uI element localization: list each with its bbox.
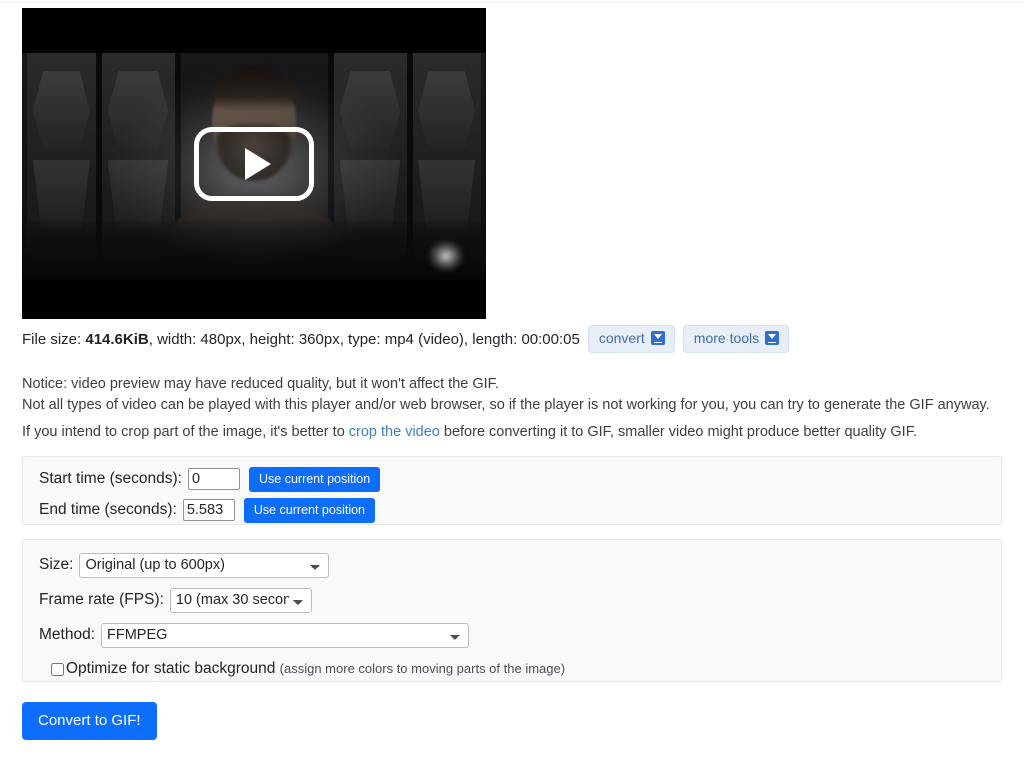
options-panel: Size: Original (up to 600px) Frame rate … xyxy=(22,539,1002,682)
notice-block: Notice: video preview may have reduced q… xyxy=(22,374,990,416)
scene-light-glow xyxy=(428,240,463,271)
method-label: Method: xyxy=(39,626,96,643)
end-time-row: End time (seconds): Use current position xyxy=(39,495,1001,525)
use-current-position-end-button[interactable]: Use current position xyxy=(243,497,376,523)
use-current-position-start-button[interactable]: Use current position xyxy=(249,466,381,492)
size-label: Size: xyxy=(39,556,74,573)
frame-rate-select[interactable]: 10 (max 30 seconds) xyxy=(169,587,312,613)
size-row: Size: Original (up to 600px) xyxy=(39,550,1001,580)
convert-to-gif-button[interactable]: Convert to GIF! xyxy=(22,702,157,740)
start-time-input[interactable] xyxy=(188,468,240,490)
more-tools-button[interactable]: more tools xyxy=(682,325,790,353)
end-time-input[interactable] xyxy=(182,499,235,521)
frame-rate-label: Frame rate (FPS): xyxy=(39,591,164,608)
download-arrow-icon xyxy=(765,331,780,345)
file-info-line: File size: 414.6KiB, width: 480px, heigh… xyxy=(22,325,790,354)
optimize-hint-text: (assign more colors to moving parts of t… xyxy=(279,661,566,676)
start-time-row: Start time (seconds): Use current positi… xyxy=(39,464,1001,494)
optimize-static-background-checkbox[interactable] xyxy=(51,662,64,676)
crop-notice-before: If you intend to crop part of the image,… xyxy=(22,424,349,440)
optimize-row: Optimize for static background (assign m… xyxy=(51,654,1001,684)
notice-line-1: Notice: video preview may have reduced q… xyxy=(22,376,499,392)
crop-the-video-link[interactable]: crop the video xyxy=(349,424,440,440)
video-player[interactable] xyxy=(22,8,486,319)
optimize-static-background-label[interactable]: Optimize for static background (assign m… xyxy=(66,660,565,678)
size-select[interactable]: Original (up to 600px) xyxy=(79,552,330,578)
optimize-label-text: Optimize for static background xyxy=(66,660,276,677)
start-time-label: Start time (seconds): xyxy=(39,470,182,487)
subject-hair xyxy=(208,66,300,111)
crop-notice: If you intend to crop part of the image,… xyxy=(22,422,917,443)
convert-button[interactable]: convert xyxy=(587,325,675,353)
notice-line-2: Not all types of video can be played wit… xyxy=(22,397,990,413)
play-button-icon[interactable] xyxy=(194,126,314,201)
frame-rate-row: Frame rate (FPS): 10 (max 30 seconds) xyxy=(39,585,1001,615)
download-arrow-icon xyxy=(650,331,665,345)
file-meta-rest: , width: 480px, height: 360px, type: mp4… xyxy=(148,330,580,348)
file-size-prefix: File size: xyxy=(22,330,86,348)
top-divider xyxy=(0,2,1024,3)
end-time-label: End time (seconds): xyxy=(39,501,177,518)
crop-notice-after: before converting it to GIF, smaller vid… xyxy=(439,424,917,440)
convert-button-label: convert xyxy=(598,330,645,346)
method-row: Method: FFMPEG xyxy=(39,620,1001,650)
more-tools-button-label: more tools xyxy=(693,330,760,346)
page-root: File size: 414.6KiB, width: 480px, heigh… xyxy=(0,0,1024,760)
time-range-panel: Start time (seconds): Use current positi… xyxy=(22,456,1002,525)
file-size-value: 414.6KiB xyxy=(85,330,149,348)
scene-floor xyxy=(22,220,486,280)
play-triangle-icon xyxy=(244,147,271,180)
method-select[interactable]: FFMPEG xyxy=(101,622,470,648)
